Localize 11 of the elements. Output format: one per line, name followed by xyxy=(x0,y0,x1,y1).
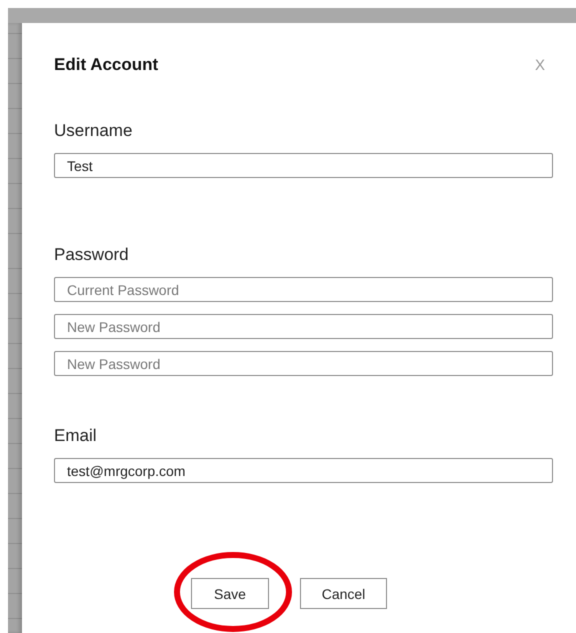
input-field[interactable]: Current Password xyxy=(54,277,553,302)
input-field[interactable]: test@mrgcorp.com xyxy=(54,458,553,483)
cancel-button[interactable]: Cancel xyxy=(300,578,387,609)
input-field[interactable]: New Password xyxy=(54,314,553,339)
field-label: Password xyxy=(54,245,130,265)
field-label: Username xyxy=(54,121,134,141)
input-field[interactable]: Test xyxy=(54,153,553,178)
field-label: Email xyxy=(54,426,98,446)
save-button[interactable]: Save xyxy=(191,578,269,609)
input-field[interactable]: New Password xyxy=(54,351,553,376)
dialog-title: Edit Account xyxy=(54,55,158,75)
